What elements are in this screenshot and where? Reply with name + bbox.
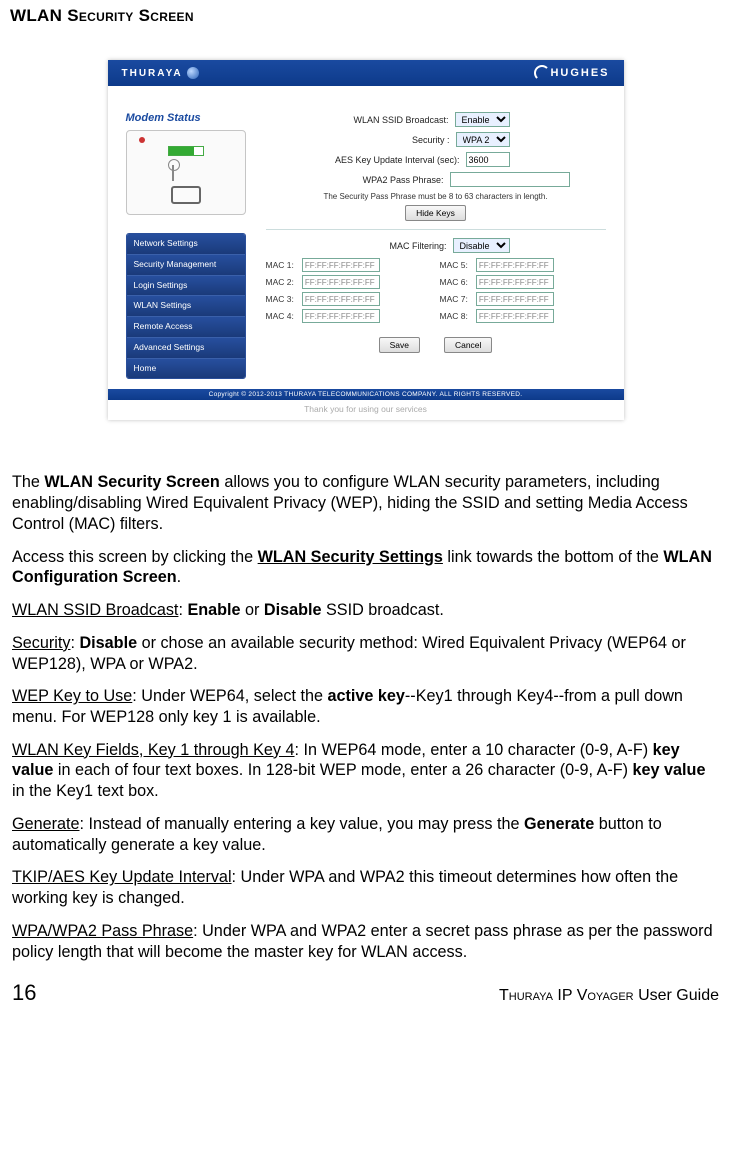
nav-security-management[interactable]: Security Management	[127, 255, 245, 276]
text-bold: Generate	[524, 815, 594, 833]
app-topbar: THURAYA HUGHES	[108, 60, 624, 86]
footer-title-prefix: Thuraya IP Voyager	[499, 987, 634, 1004]
link-wlan-security-settings: WLAN Security Settings	[258, 548, 443, 566]
term: Generate	[12, 815, 80, 833]
para-generate: Generate: Instead of manually entering a…	[12, 814, 719, 855]
copyright-bar: Copyright © 2012-2013 THURAYA TELECOMMUN…	[108, 389, 624, 400]
mac7-label: MAC 7:	[440, 294, 468, 304]
mac8-input[interactable]	[476, 309, 554, 323]
signal-bars-icon	[168, 146, 204, 156]
security-select[interactable]: WPA 2	[456, 132, 510, 147]
nav-wlan-settings[interactable]: WLAN Settings	[127, 296, 245, 317]
mac4-input[interactable]	[302, 309, 380, 323]
mac4-label: MAC 4:	[266, 311, 294, 321]
embedded-screenshot: THURAYA HUGHES Modem Status Network Sett…	[108, 60, 624, 420]
term: WEP Key to Use	[12, 687, 132, 705]
hide-keys-button[interactable]: Hide Keys	[405, 205, 466, 221]
mac5-label: MAC 5:	[440, 260, 468, 270]
nav-network-settings[interactable]: Network Settings	[127, 234, 245, 255]
text: The	[12, 473, 44, 491]
text: SSID broadcast.	[322, 601, 444, 619]
cancel-button[interactable]: Cancel	[444, 337, 492, 353]
mac1-label: MAC 1:	[266, 260, 294, 270]
text: in each of four text boxes. In 128-bit W…	[53, 761, 632, 779]
mac2-label: MAC 2:	[266, 277, 294, 287]
brand-left: THURAYA	[122, 67, 199, 79]
divider	[266, 229, 606, 230]
text: : Instead of manually entering a key val…	[80, 815, 525, 833]
mac-grid: MAC 1: MAC 5: MAC 2: MAC 6: MAC 3: MAC 7…	[266, 258, 606, 323]
text: link towards the bottom of the	[443, 548, 663, 566]
term: TKIP/AES Key Update Interval	[12, 868, 232, 886]
passphrase-label: WPA2 Pass Phrase:	[266, 175, 444, 185]
aes-interval-label: AES Key Update Interval (sec):	[266, 155, 460, 165]
para-intro: The WLAN Security Screen allows you to c…	[12, 472, 719, 534]
term: Security	[12, 634, 70, 652]
footer-title: Thuraya IP Voyager User Guide	[499, 987, 719, 1005]
text-bold: WLAN Security Screen	[44, 473, 219, 491]
mac6-label: MAC 6:	[440, 277, 468, 287]
mac6-input[interactable]	[476, 275, 554, 289]
ssid-broadcast-label: WLAN SSID Broadcast:	[266, 115, 449, 125]
term: WLAN Key Fields, Key 1 through Key 4	[12, 741, 295, 759]
text-bold: Disable	[264, 601, 322, 619]
para-ssid: WLAN SSID Broadcast: Enable or Disable S…	[12, 600, 719, 621]
text: : Under WEP64, select the	[132, 687, 327, 705]
text-bold: Enable	[187, 601, 240, 619]
passphrase-input[interactable]	[450, 172, 570, 187]
brand-left-text: THURAYA	[122, 68, 183, 79]
nav-home[interactable]: Home	[127, 359, 245, 379]
text: .	[177, 568, 182, 586]
save-button[interactable]: Save	[379, 337, 420, 353]
nav-login-settings[interactable]: Login Settings	[127, 276, 245, 297]
mac7-input[interactable]	[476, 292, 554, 306]
para-tkip: TKIP/AES Key Update Interval: Under WPA …	[12, 867, 719, 908]
page-number: 16	[12, 980, 36, 1006]
security-label: Security :	[266, 135, 450, 145]
footer-title-suffix: User Guide	[634, 987, 719, 1004]
ssid-broadcast-select[interactable]: Enable	[455, 112, 510, 127]
mac3-label: MAC 3:	[266, 294, 294, 304]
status-led-icon	[139, 137, 145, 143]
body-text: The WLAN Security Screen allows you to c…	[0, 472, 731, 962]
mac3-input[interactable]	[302, 292, 380, 306]
text-bold: key value	[633, 761, 706, 779]
form-area: WLAN SSID Broadcast: Enable Security : W…	[266, 112, 606, 379]
nav-advanced-settings[interactable]: Advanced Settings	[127, 338, 245, 359]
mac2-input[interactable]	[302, 275, 380, 289]
para-security: Security: Disable or chose an available …	[12, 633, 719, 674]
thankyou-text: Thank you for using our services	[108, 400, 624, 420]
text-bold: Disable	[79, 634, 137, 652]
side-nav: Network Settings Security Management Log…	[126, 233, 246, 379]
globe-icon	[187, 67, 199, 79]
page-footer: 16 Thuraya IP Voyager User Guide	[0, 974, 731, 1014]
para-access: Access this screen by clicking the WLAN …	[12, 547, 719, 588]
brand-right: HUGHES	[534, 67, 609, 79]
text: : In WEP64 mode, enter a 10 character (0…	[295, 741, 653, 759]
nav-remote-access[interactable]: Remote Access	[127, 317, 245, 338]
term: WLAN SSID Broadcast	[12, 601, 178, 619]
para-passphrase: WPA/WPA2 Pass Phrase: Under WPA and WPA2…	[12, 921, 719, 962]
page-heading: WLAN Security Screen	[0, 6, 731, 26]
mac1-input[interactable]	[302, 258, 380, 272]
antenna-icon	[168, 159, 204, 181]
modem-status-title: Modem Status	[126, 112, 246, 124]
modem-status-box	[126, 130, 246, 215]
aes-interval-input[interactable]	[466, 152, 510, 167]
text: or	[241, 601, 264, 619]
mac8-label: MAC 8:	[440, 311, 468, 321]
signal-row	[168, 146, 204, 156]
para-wepkey: WEP Key to Use: Under WEP64, select the …	[12, 686, 719, 727]
mac-filter-select[interactable]: Disable	[453, 238, 510, 253]
sidebar: Modem Status Network Settings Security M…	[126, 112, 246, 379]
mac-filter-label: MAC Filtering:	[266, 241, 447, 251]
term: WPA/WPA2 Pass Phrase	[12, 922, 193, 940]
passphrase-note: The Security Pass Phrase must be 8 to 63…	[266, 192, 606, 201]
mac5-input[interactable]	[476, 258, 554, 272]
device-icon	[171, 186, 201, 204]
para-keyfields: WLAN Key Fields, Key 1 through Key 4: In…	[12, 740, 719, 802]
text-bold: active key	[328, 687, 405, 705]
text: Access this screen by clicking the	[12, 548, 258, 566]
text: in the Key1 text box.	[12, 782, 159, 800]
